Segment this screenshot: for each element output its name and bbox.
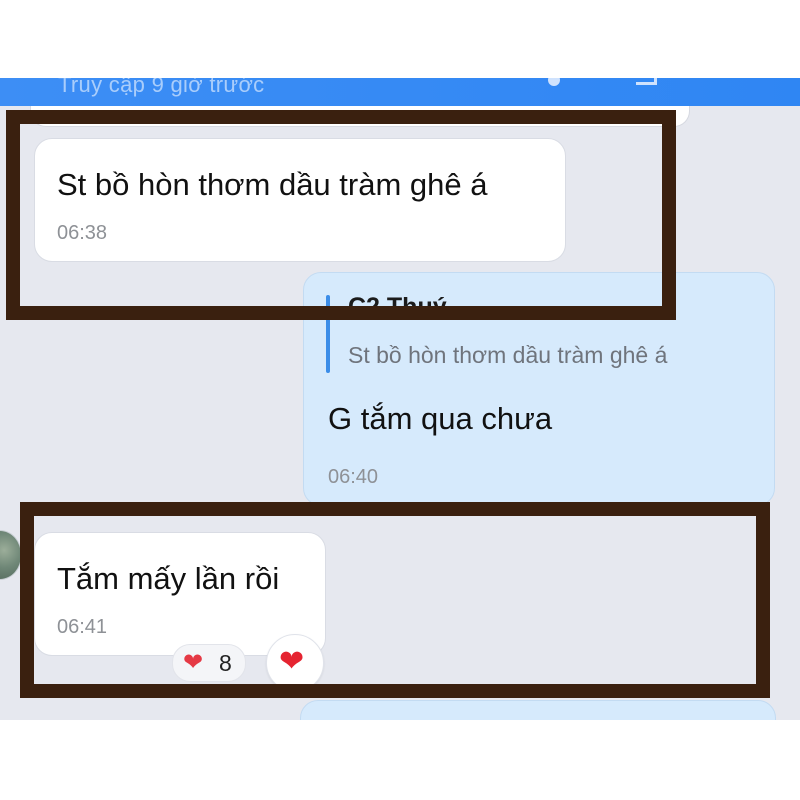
message-time: 06:40 xyxy=(328,466,379,488)
highlight-frame xyxy=(6,110,676,320)
quote-text: St bồ hòn thơm dầu tràm ghê á xyxy=(348,342,668,368)
chat-header: Truy cập 9 giờ trước xyxy=(0,78,800,106)
last-seen-status: Truy cập 9 giờ trước xyxy=(58,78,265,97)
menu-icon[interactable] xyxy=(636,78,657,85)
call-icon[interactable] xyxy=(548,78,560,86)
chat-area: Truy cập 9 giờ trước St bồ hòn thơm dầu … xyxy=(0,78,800,720)
next-outgoing-message-bubble[interactable] xyxy=(300,700,776,720)
message-text: G tắm qua chưa xyxy=(328,401,553,436)
sender-avatar[interactable] xyxy=(0,530,22,580)
highlight-frame xyxy=(20,502,770,698)
